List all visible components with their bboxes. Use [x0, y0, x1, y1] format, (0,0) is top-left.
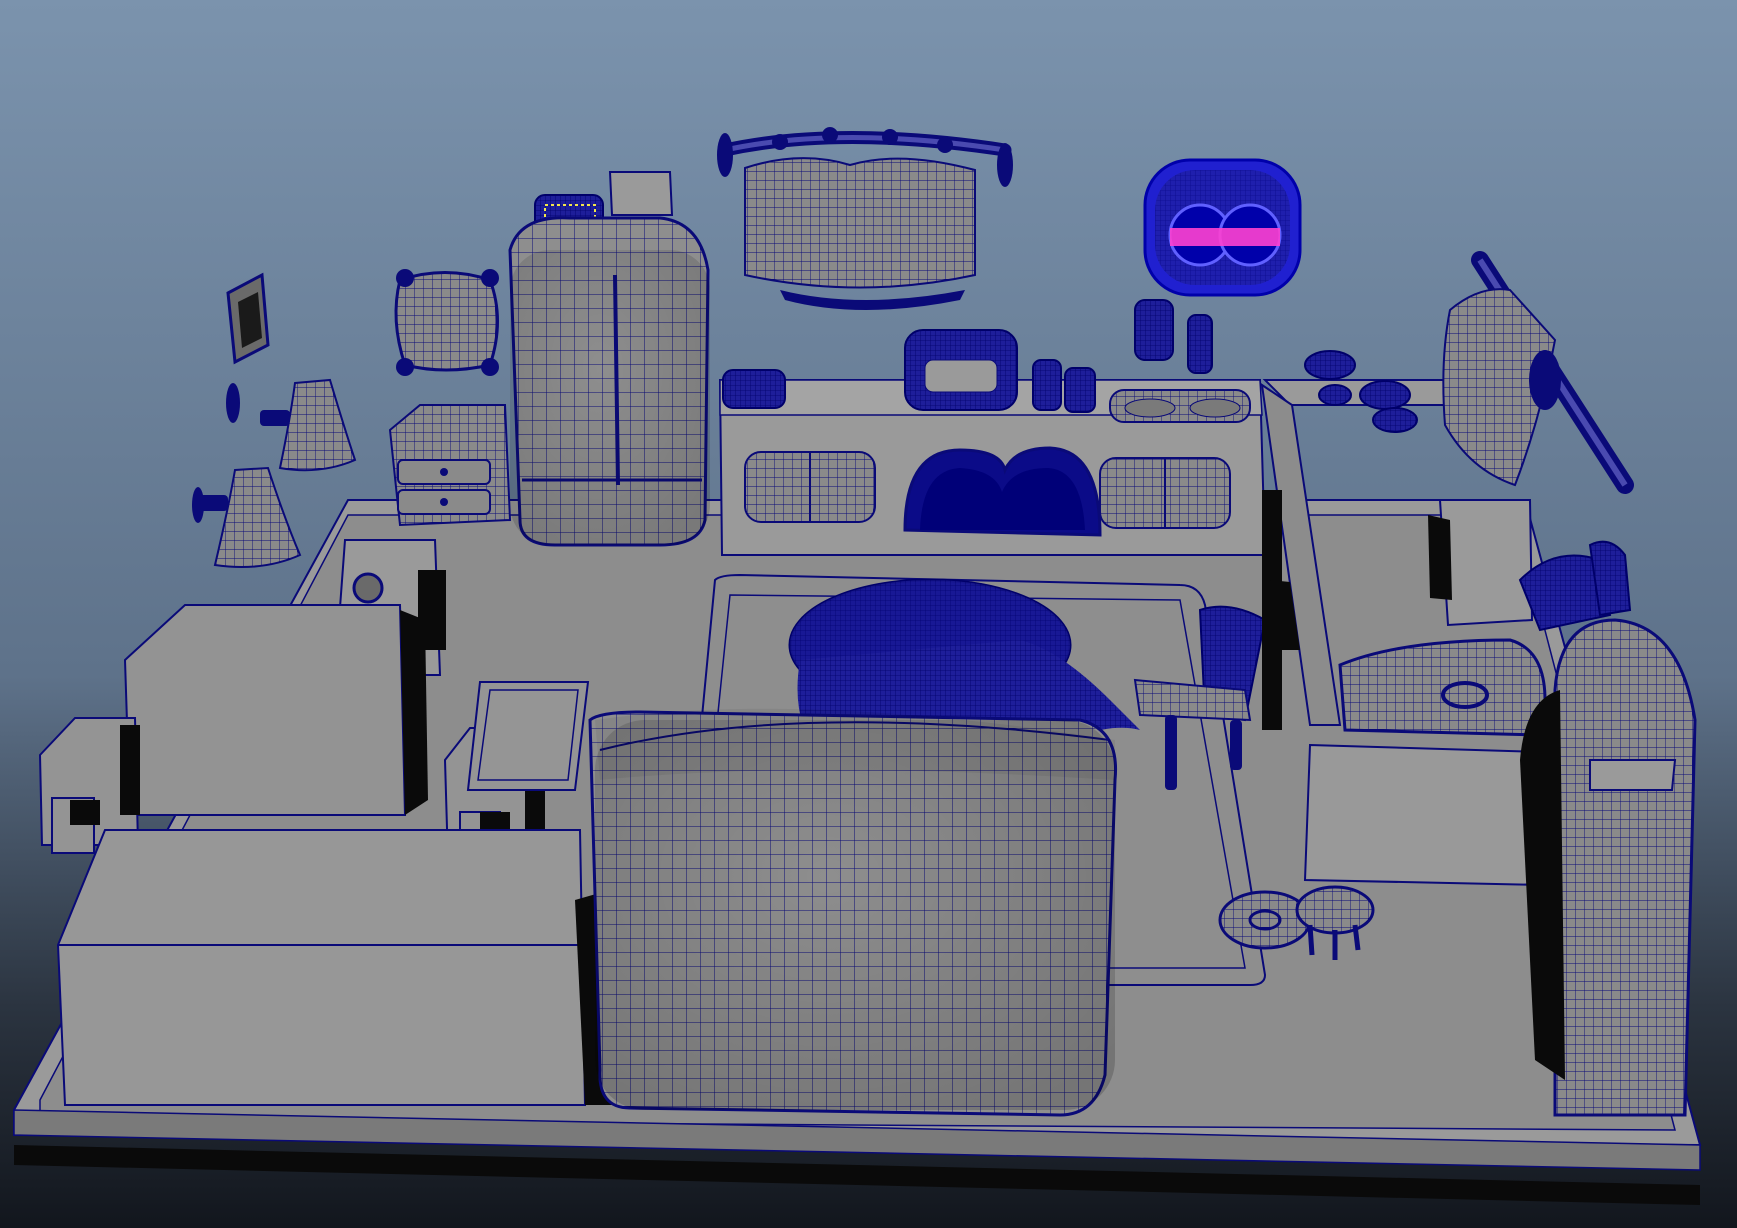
pillow[interactable]	[394, 269, 499, 376]
nightstand[interactable]	[388, 404, 512, 527]
clock[interactable]	[1143, 158, 1302, 297]
sink[interactable]	[1109, 389, 1251, 423]
toaster[interactable]	[904, 329, 1018, 411]
sofa[interactable]	[588, 708, 1118, 1117]
tray[interactable]	[466, 681, 590, 791]
armchair[interactable]	[1303, 638, 1547, 887]
bench[interactable]	[56, 829, 612, 1106]
scene-canvas[interactable]	[0, 0, 1737, 1228]
maya-viewport[interactable]	[0, 0, 1737, 1228]
tv[interactable]	[123, 604, 428, 816]
sign-board[interactable]	[608, 171, 674, 216]
bread-box[interactable]	[722, 369, 786, 409]
fridge[interactable]	[508, 216, 710, 547]
